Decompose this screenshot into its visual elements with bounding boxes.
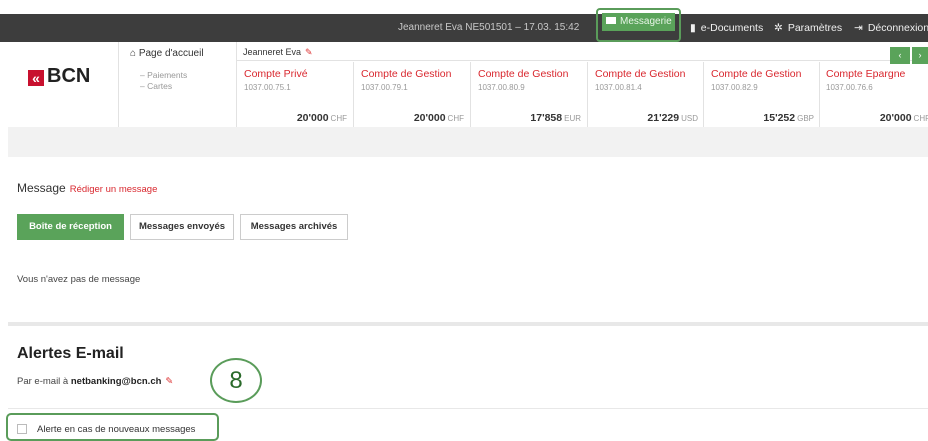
grey-band [8,127,928,157]
account-name: Compte Epargne [826,68,906,80]
bcn-logo[interactable]: «BCN [28,65,90,88]
tab-sent[interactable]: Messages envoyés [130,214,234,240]
account-balance: 20'000 CHF [414,112,464,124]
balance-amount: 17'858 [530,112,563,124]
parametres-link[interactable]: ✲ Paramètres [774,14,842,42]
account-balance: 20'000 CHF [297,112,347,124]
tab-inbox[interactable]: Boîte de réception [17,214,124,240]
logo-text: BCN [47,65,91,87]
balance-currency: EUR [564,114,581,123]
deconnexion-link[interactable]: ⇥ Déconnexion [854,14,928,42]
balance-currency: USD [681,114,698,123]
edit-icon[interactable]: ✎ [165,376,173,387]
edit-icon[interactable]: ✎ [305,47,313,57]
empty-messages-text: Vous n'avez pas de message [17,274,141,285]
account-number: 1037.00.75.1 [244,83,291,92]
home-icon: ⌂ [130,48,139,59]
alert-email-line: Par e-mail à netbanking@bcn.ch ✎ [17,376,173,387]
divider [8,408,928,409]
session-info: Jeanneret Eva NE501501 – 17.03. 15:42 [398,22,580,33]
messagerie-button[interactable]: Messagerie [602,13,675,31]
new-message-alert-label[interactable]: Alerte en cas de nouveaux messages [37,424,195,435]
deconnexion-label: Déconnexion [867,22,928,34]
step-badge: 8 [210,358,262,403]
next-account-button[interactable]: › [912,47,928,64]
home-label: Page d'accueil [138,48,204,59]
balance-currency: CHF [447,114,464,123]
prev-account-button[interactable]: ‹ [890,47,910,64]
envelope-icon [606,16,616,24]
home-link[interactable]: ⌂ Page d'accueil [130,48,204,59]
tab-archived[interactable]: Messages archivés [240,214,348,240]
account-name: Compte de Gestion [711,68,802,80]
compose-message-link[interactable]: Rédiger un message [70,184,158,195]
email-prefix: Par e-mail à [17,376,69,387]
chevron-right-icon: › [918,50,922,60]
account-card[interactable]: Compte Epargne 1037.00.76.6 20'000 CHF [819,62,928,128]
section-divider [8,322,928,326]
cards-link[interactable]: – Cartes [140,81,172,91]
alert-email: netbanking@bcn.ch [70,376,162,387]
balance-currency: GBP [797,114,814,123]
parametres-label: Paramètres [787,22,843,34]
message-section-title: Message Rédiger un message [17,181,157,195]
chevron-left-icon: ‹ [898,50,902,60]
logo-mark-icon: « [28,70,44,86]
payments-link[interactable]: – Paiements [140,70,187,80]
account-name: Compte Privé [244,68,308,80]
document-icon: ▮ [690,22,696,34]
divider [118,42,119,128]
account-name: Compte de Gestion [478,68,569,80]
account-number: 1037.00.76.6 [826,83,873,92]
account-number: 1037.00.80.9 [478,83,525,92]
balance-amount: 20'000 [413,112,446,124]
logout-icon: ⇥ [854,22,863,34]
divider [236,60,928,61]
account-card[interactable]: Compte de Gestion 1037.00.81.4 21'229 USD [588,62,704,128]
account-name: Compte de Gestion [361,68,452,80]
new-message-alert-checkbox[interactable] [17,424,27,434]
account-card[interactable]: Compte de Gestion 1037.00.79.1 20'000 CHF [354,62,470,128]
account-name: Compte de Gestion [595,68,686,80]
gear-icon: ✲ [774,22,783,34]
balance-amount: 21'229 [647,112,680,124]
account-card[interactable]: Compte de Gestion 1037.00.80.9 17'858 EUR [471,62,587,128]
balance-amount: 20'000 [296,112,329,124]
edocuments-link[interactable]: ▮ e-Documents [690,14,763,42]
account-number: 1037.00.79.1 [361,83,408,92]
edocuments-label: e-Documents [700,22,764,34]
account-balance: 15'252 GBP [763,112,814,124]
balance-currency: CHF [913,114,928,123]
account-number: 1037.00.82.9 [711,83,758,92]
messagerie-highlight: Messagerie [596,8,681,42]
owner-name: Jeanneret Eva [243,47,302,57]
account-balance: 17'858 EUR [530,112,581,124]
alerts-title: Alertes E-mail [17,345,124,362]
account-balance: 21'229 USD [647,112,698,124]
account-card[interactable]: Compte de Gestion 1037.00.82.9 15'252 GBP [704,62,820,128]
account-number: 1037.00.81.4 [595,83,642,92]
balance-currency: CHF [330,114,347,123]
balance-amount: 15'252 [763,112,796,124]
account-card[interactable]: Compte Privé 1037.00.75.1 20'000 CHF [237,62,353,128]
message-title: Message [17,181,66,195]
balance-amount: 20'000 [879,112,912,124]
top-bar: Jeanneret Eva NE501501 – 17.03. 15:42 ▮ e… [0,14,928,42]
account-owner: Jeanneret Eva ✎ [243,47,313,58]
messagerie-label: Messagerie [620,16,672,27]
account-balance: 20'000 CHF [880,112,928,124]
